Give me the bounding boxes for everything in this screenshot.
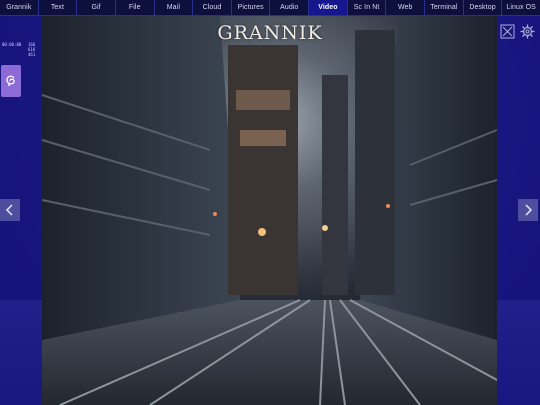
tab-cloud[interactable]: Cloud xyxy=(193,0,232,15)
city-street-background xyxy=(0,0,540,405)
chevron-left-icon xyxy=(5,204,13,216)
left-panel: 00:00:00 166 616 461 xyxy=(0,16,42,405)
tab-video[interactable]: Video xyxy=(309,0,348,15)
tab-text[interactable]: Text xyxy=(39,0,78,15)
tab-linux-os[interactable]: Linux OS xyxy=(502,0,540,15)
stats-readout: 166 616 461 xyxy=(28,42,35,57)
top-nav-bar: Grannik Text Gif File Mail Cloud Pictures Audio… xyxy=(0,0,540,16)
tab-web[interactable]: Web xyxy=(386,0,426,15)
tab-sc-in-nt[interactable]: Sc In Nt xyxy=(348,0,387,15)
next-button[interactable] xyxy=(518,199,538,221)
tab-file[interactable]: File xyxy=(116,0,155,15)
scene-illustration xyxy=(0,16,540,405)
app-launcher-button[interactable] xyxy=(1,65,21,97)
tab-audio[interactable]: Audio xyxy=(270,0,310,15)
tab-mail[interactable]: Mail xyxy=(155,0,194,15)
swirl-icon xyxy=(6,75,15,86)
tab-terminal[interactable]: Terminal xyxy=(425,0,464,15)
tab-grannik[interactable]: Grannik xyxy=(0,0,39,15)
stat-value: 461 xyxy=(28,52,36,57)
tab-pictures[interactable]: Pictures xyxy=(232,0,271,15)
previous-button[interactable] xyxy=(0,199,20,221)
page-title: GRANNIK xyxy=(217,22,323,44)
right-panel xyxy=(497,16,540,405)
tab-gif[interactable]: Gif xyxy=(77,0,116,15)
tab-desktop[interactable]: Desktop xyxy=(464,0,503,15)
chevron-right-icon xyxy=(525,204,533,216)
